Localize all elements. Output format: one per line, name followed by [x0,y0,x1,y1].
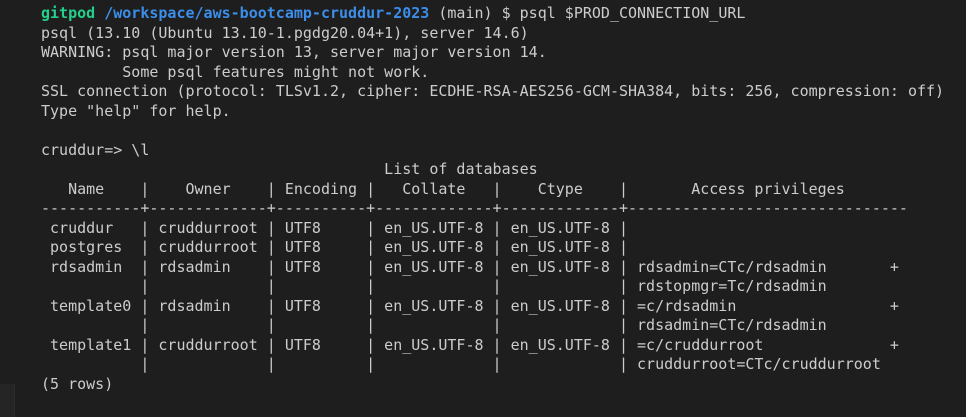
prompt-symbol: $ [501,4,511,22]
terminal-output-line: template1 | cruddurroot | UTF8 | en_US.U… [41,335,899,354]
terminal-output-line: Type "help" for help. [41,101,231,120]
prompt-command: psql $PROD_CONNECTION_URL [519,4,746,22]
terminal-output-line: Name | Owner | Encoding | Collate | Ctyp… [41,179,845,198]
terminal-output-line: (5 rows) [41,374,114,393]
prompt-user: gitpod [41,4,96,22]
terminal-output-line: psql (13.10 (Ubuntu 13.10-1.pgdg20.04+1)… [41,23,529,42]
terminal-output-line: | | | | | rdstopmgr=Tc/rdsadmin [41,277,827,295]
prompt-path: /workspace/aws-bootcamp-cruddur-2023 [104,4,430,22]
terminal-output-line: SSL connection (protocol: TLSv1.2, ciphe… [41,82,945,100]
terminal-output-line: WARNING: psql major version 13, server m… [41,43,547,61]
terminal-output-line: | | | | | rdsadmin=CTc/rdsadmin [41,316,827,334]
terminal-output-line: cruddur | cruddurroot | UTF8 | en_US.UTF… [41,218,638,237]
terminal-output-line: List of databases [41,160,538,178]
terminal-output-line: | | | | | cruddurroot=CTc/cruddurroot [41,355,881,373]
terminal-output-line: template0 | rdsadmin | UTF8 | en_US.UTF-… [41,296,899,315]
terminal-output-line: cruddur=> \l [41,140,150,159]
panel-gutter [0,384,15,417]
terminal-output-line: postgres | cruddurroot | UTF8 | en_US.UT… [41,238,638,256]
terminal-output: psql (13.10 (Ubuntu 13.10-1.pgdg20.04+1)… [41,24,966,395]
terminal-output-line: -----------+-------------+----------+---… [41,199,908,217]
terminal-output-line: rdsadmin | rdsadmin | UTF8 | en_US.UTF-8… [41,257,899,276]
terminal-output-line: Some psql features might not work. [41,62,430,81]
terminal-panel[interactable]: gitpod /workspace/aws-bootcamp-cruddur-2… [0,0,966,417]
prompt-line: gitpod /workspace/aws-bootcamp-cruddur-2… [41,4,966,24]
prompt-branch: (main) [438,4,493,22]
